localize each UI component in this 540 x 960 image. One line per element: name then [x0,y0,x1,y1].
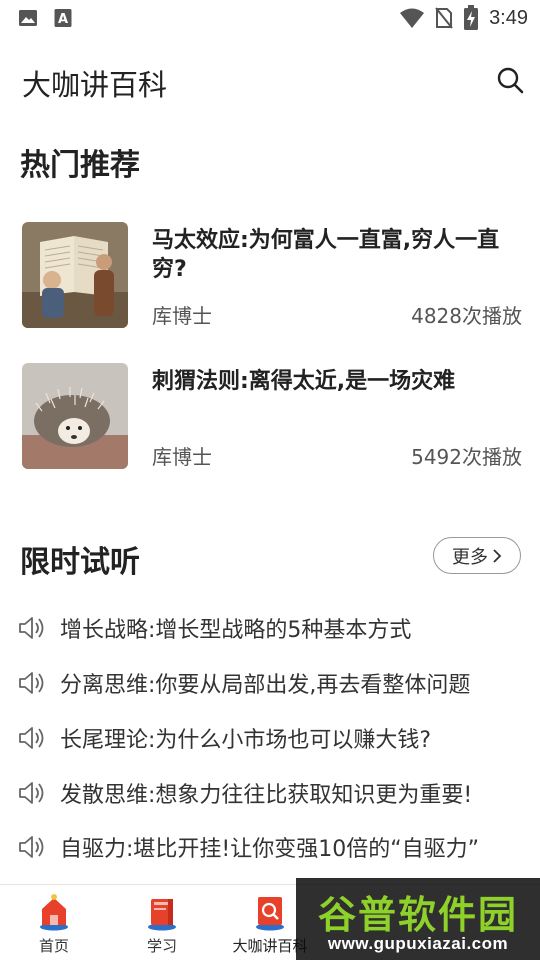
status-time: 3:49 [489,7,528,29]
trial-item[interactable]: 长尾理论:为什么小市场也可以赚大钱? [16,718,516,758]
hot-item-plays: 5492次播放 [411,445,522,469]
speaker-icon [19,727,44,749]
book-icon [148,899,176,931]
more-button[interactable]: 更多 [433,537,521,574]
trial-item-title: 分离思维:你要从局部出发,再去看整体问题 [60,673,471,698]
wifi-icon [400,8,425,28]
trial-item[interactable]: 分离思维:你要从局部出发,再去看整体问题 [16,663,516,703]
trial-item[interactable]: 增长战略:增长型战略的5种基本方式 [16,608,516,648]
hot-item-title: 刺猬法则:离得太近,是一场灾难 [152,369,456,394]
trial-item-title: 增长战略:增长型战略的5种基本方式 [60,618,412,643]
section-title-hot: 热门推荐 [20,148,140,183]
chevron-right-icon [493,548,502,563]
hot-item[interactable]: 马太效应:为何富人一直富,穷人一直穷? 库博士 4828次播放 [22,222,522,328]
image-icon [19,10,37,26]
hot-item-plays: 4828次播放 [411,304,522,328]
tab-learn[interactable]: 学习 [108,885,216,960]
trial-item[interactable]: 自驱力:堪比开挂!让你变强10倍的“自驱力” [16,827,516,867]
hot-item-author: 库博士 [152,445,212,469]
search-icon [497,67,524,94]
search-button[interactable] [490,60,530,100]
trial-item-title: 长尾理论:为什么小市场也可以赚大钱? [60,728,432,753]
watermark-title: 谷普软件园 [317,893,518,937]
speaker-icon [19,836,44,858]
trial-item-title: 发散思维:想象力往往比获取知识更为重要! [60,783,473,808]
hot-item-author: 库博士 [152,304,212,328]
more-label: 更多 [452,546,488,568]
home-icon [40,894,68,931]
speaker-icon [19,782,44,804]
watermark-overlay: 谷普软件园 www.gupuxiazai.com [296,878,540,960]
app-bar: 大咖讲百科 [0,48,540,112]
trial-item-title: 自驱力:堪比开挂!让你变强10倍的“自驱力” [60,837,480,862]
battery-charging-icon [464,5,479,30]
page-title: 大咖讲百科 [22,68,168,102]
book-figures-image [22,222,128,328]
trial-item[interactable]: 发散思维:想象力往往比获取知识更为重要! [16,773,516,813]
watermark-url: www.gupuxiazai.com [327,934,509,953]
hot-item-title: 马太效应:为何富人一直富,穷人一直穷? [152,228,500,282]
section-title-trial: 限时试听 [20,545,140,580]
svg-text:A: A [58,12,68,27]
encyclopedia-search-icon [256,897,284,931]
keyboard-a-icon: A [54,9,72,27]
tab-home[interactable]: 首页 [0,885,108,960]
tab-label: 学习 [146,937,177,955]
hedgehog-image [22,363,128,469]
status-bar: A 3:49 [0,0,540,36]
hot-item[interactable]: 刺猬法则:离得太近,是一场灾难 库博士 5492次播放 [22,363,522,469]
speaker-icon [19,672,44,694]
no-sim-icon [435,7,453,29]
speaker-icon [19,617,44,639]
tab-label: 首页 [38,937,69,955]
